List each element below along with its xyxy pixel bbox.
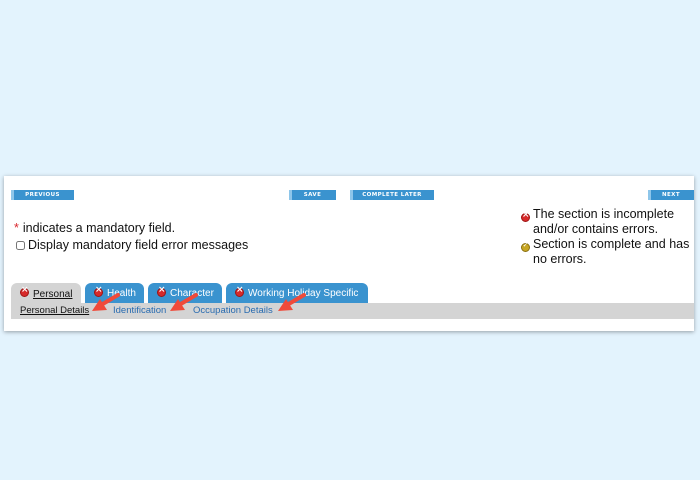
annotation-arrow-icon	[278, 293, 306, 311]
complete-later-button[interactable]: COMPLETE LATER	[350, 190, 434, 200]
legend-incomplete-text: The section is incomplete and/or contain…	[533, 207, 675, 236]
legend-incomplete: The section is incomplete and/or contain…	[521, 207, 693, 237]
annotation-arrow-icon	[170, 293, 198, 311]
complete-status-icon	[521, 241, 530, 252]
tab-label: Personal	[33, 288, 73, 300]
error-messages-checkbox[interactable]	[16, 240, 25, 250]
mandatory-note-text: indicates a mandatory field.	[22, 221, 176, 235]
error-status-icon	[157, 285, 166, 297]
legend-complete: Section is complete and has no errors.	[521, 237, 693, 267]
save-button[interactable]: SAVE	[289, 190, 336, 200]
next-button[interactable]: NEXT	[648, 190, 694, 200]
mandatory-asterisk: *	[14, 221, 19, 235]
error-status-icon	[20, 285, 29, 297]
error-messages-toggle[interactable]: Display mandatory field error messages	[16, 238, 248, 252]
error-status-icon	[521, 210, 530, 222]
subtab-personal-details[interactable]: Personal Details	[20, 305, 89, 316]
mandatory-field-note: * indicates a mandatory field.	[14, 221, 175, 235]
legend-complete-text: Section is complete and has no errors.	[533, 237, 690, 266]
subtab-occupation-details[interactable]: Occupation Details	[193, 305, 273, 316]
application-form-panel: PREVIOUS SAVE COMPLETE LATER NEXT * indic…	[4, 176, 694, 331]
previous-button[interactable]: PREVIOUS	[11, 190, 74, 200]
error-messages-label: Display mandatory field error messages	[28, 238, 249, 252]
annotation-arrow-icon	[92, 293, 120, 311]
tab-personal[interactable]: Personal	[11, 283, 81, 305]
error-status-icon	[235, 285, 244, 297]
subtab-identification[interactable]: Identification	[113, 305, 166, 316]
